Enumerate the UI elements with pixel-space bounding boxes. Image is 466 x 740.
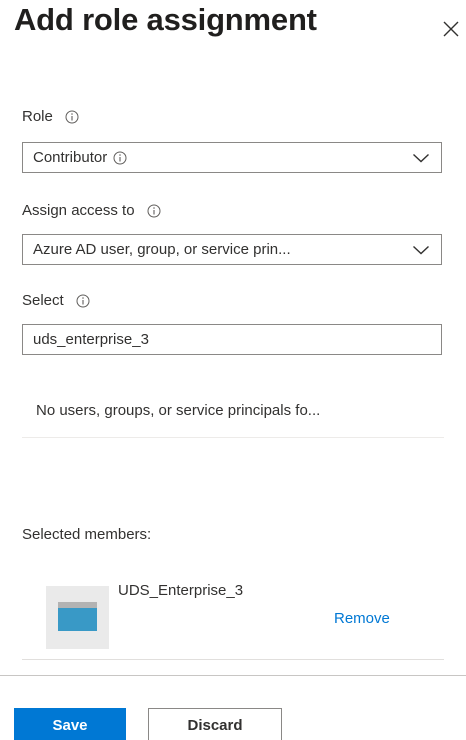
role-dropdown[interactable]: Contributor [22,142,442,173]
info-icon[interactable] [147,204,161,218]
assign-access-label: Assign access to [22,202,135,219]
role-dropdown-value: Contributor [33,149,401,166]
assign-access-dropdown[interactable]: Azure AD user, group, or service prin... [22,234,442,265]
info-icon[interactable] [76,294,90,308]
save-button[interactable]: Save [14,708,126,740]
close-button[interactable] [438,16,464,42]
page-title: Add role assignment [14,2,317,37]
select-label: Select [22,292,64,309]
remove-member-link[interactable]: Remove [334,610,390,627]
footer-divider [0,675,466,676]
assign-access-label-row: Assign access to [22,202,161,219]
discard-button[interactable]: Discard [148,708,282,740]
list-item: UDS_Enterprise_3 Remove [22,574,444,660]
member-name: UDS_Enterprise_3 [118,582,244,599]
search-results-empty: No users, groups, or service principals … [22,394,444,438]
add-role-assignment-panel: Add role assignment Role Contributor Ass… [0,0,466,740]
app-window-icon [46,586,109,649]
info-icon[interactable] [113,151,127,165]
select-search-input[interactable]: uds_enterprise_3 [22,324,442,355]
selected-members-label: Selected members: [22,526,152,543]
role-selected-text: Contributor [33,149,108,166]
select-search-value: uds_enterprise_3 [33,331,149,348]
info-icon[interactable] [65,110,79,124]
chevron-down-icon [401,235,441,264]
empty-results-message: No users, groups, or service principals … [36,402,321,419]
close-icon [438,16,464,42]
select-label-row: Select [22,292,90,309]
assign-access-selected-text: Azure AD user, group, or service prin... [33,241,291,258]
role-label: Role [22,108,53,125]
chevron-down-icon [401,143,441,172]
role-label-row: Role [22,108,79,125]
